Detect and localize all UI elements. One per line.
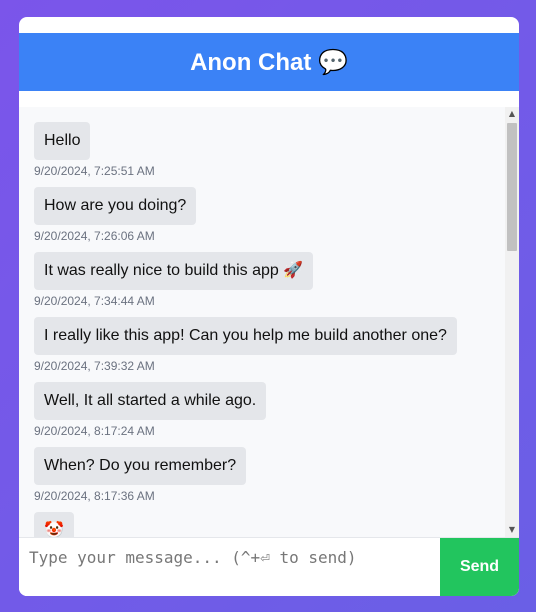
message-bubble: 🤡 (34, 512, 74, 537)
scrollbar-thumb[interactable] (507, 123, 517, 251)
message-bubble: When? Do you remember? (34, 447, 247, 485)
message-timestamp: 9/20/2024, 7:25:51 AM (34, 164, 155, 178)
message-timestamp: 9/20/2024, 7:39:32 AM (34, 359, 155, 373)
scroll-up-arrow-icon[interactable]: ▲ (505, 107, 519, 121)
scroll-down-arrow-icon[interactable]: ▼ (505, 523, 519, 537)
message-item: I really like this app! Can you help me … (34, 317, 494, 373)
message-item: How are you doing? 9/20/2024, 7:26:06 AM (34, 187, 494, 243)
message-item: Hello 9/20/2024, 7:25:51 AM (34, 122, 494, 178)
message-timestamp: 9/20/2024, 8:17:24 AM (34, 424, 155, 438)
message-timestamp: 9/20/2024, 7:34:44 AM (34, 294, 155, 308)
message-item: When? Do you remember? 9/20/2024, 8:17:3… (34, 447, 494, 503)
message-input[interactable] (19, 538, 440, 596)
message-bubble: Hello (34, 122, 91, 160)
message-timestamp: 9/20/2024, 8:17:36 AM (34, 489, 155, 503)
chat-title: Anon Chat 💬 (190, 48, 348, 76)
message-bubble: I really like this app! Can you help me … (34, 317, 457, 355)
chat-window: Anon Chat 💬 Hello 9/20/2024, 7:25:51 AM … (19, 17, 519, 596)
message-item: Well, It all started a while ago. 9/20/2… (34, 382, 494, 438)
message-bubble: Well, It all started a while ago. (34, 382, 267, 420)
message-bubble: It was really nice to build this app 🚀 (34, 252, 314, 290)
message-bubble: How are you doing? (34, 187, 197, 225)
message-list[interactable]: Hello 9/20/2024, 7:25:51 AM How are you … (19, 107, 519, 537)
message-timestamp: 9/20/2024, 7:26:06 AM (34, 229, 155, 243)
message-item: It was really nice to build this app 🚀 9… (34, 252, 494, 308)
chat-header: Anon Chat 💬 (19, 33, 519, 91)
message-list-scrollbar[interactable]: ▲ ▼ (505, 107, 519, 537)
send-button[interactable]: Send (440, 538, 519, 596)
message-item: 🤡 (34, 512, 494, 537)
message-composer: Send (19, 537, 519, 596)
